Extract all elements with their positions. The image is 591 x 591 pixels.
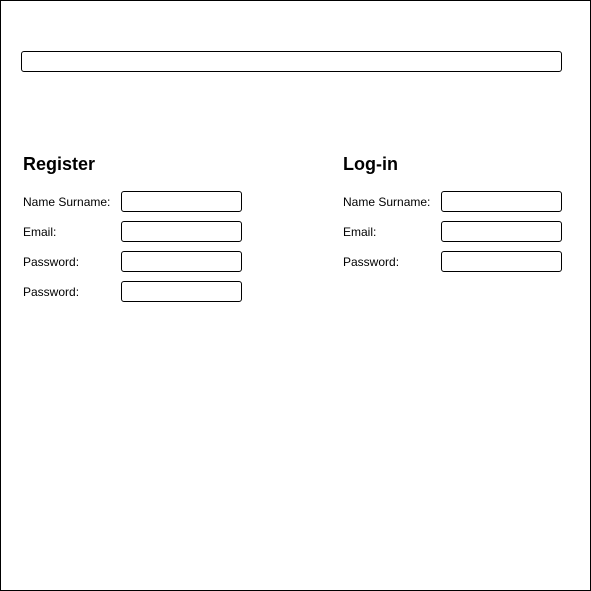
register-name-input[interactable]: [121, 191, 242, 212]
login-name-input[interactable]: [441, 191, 562, 212]
login-title: Log-in: [343, 154, 398, 174]
top-bar-input[interactable]: [21, 51, 562, 72]
login-email-input[interactable]: [441, 221, 562, 242]
register-name-label: Name Surname:: [23, 195, 111, 209]
register-password-input[interactable]: [121, 251, 242, 272]
register-title: Register: [23, 154, 96, 174]
register-email-input[interactable]: [121, 221, 242, 242]
login-password-input[interactable]: [441, 251, 562, 272]
register-password-confirm-label: Password:: [23, 285, 80, 299]
register-password-confirm-input[interactable]: [121, 281, 242, 302]
page-frame: Register Name Surname: Email: Password: …: [0, 0, 591, 591]
register-password-label: Password:: [23, 255, 80, 269]
register-email-label: Email:: [23, 225, 57, 239]
login-password-label: Password:: [343, 255, 400, 269]
login-name-label: Name Surname:: [343, 195, 431, 209]
login-email-label: Email:: [343, 225, 377, 239]
